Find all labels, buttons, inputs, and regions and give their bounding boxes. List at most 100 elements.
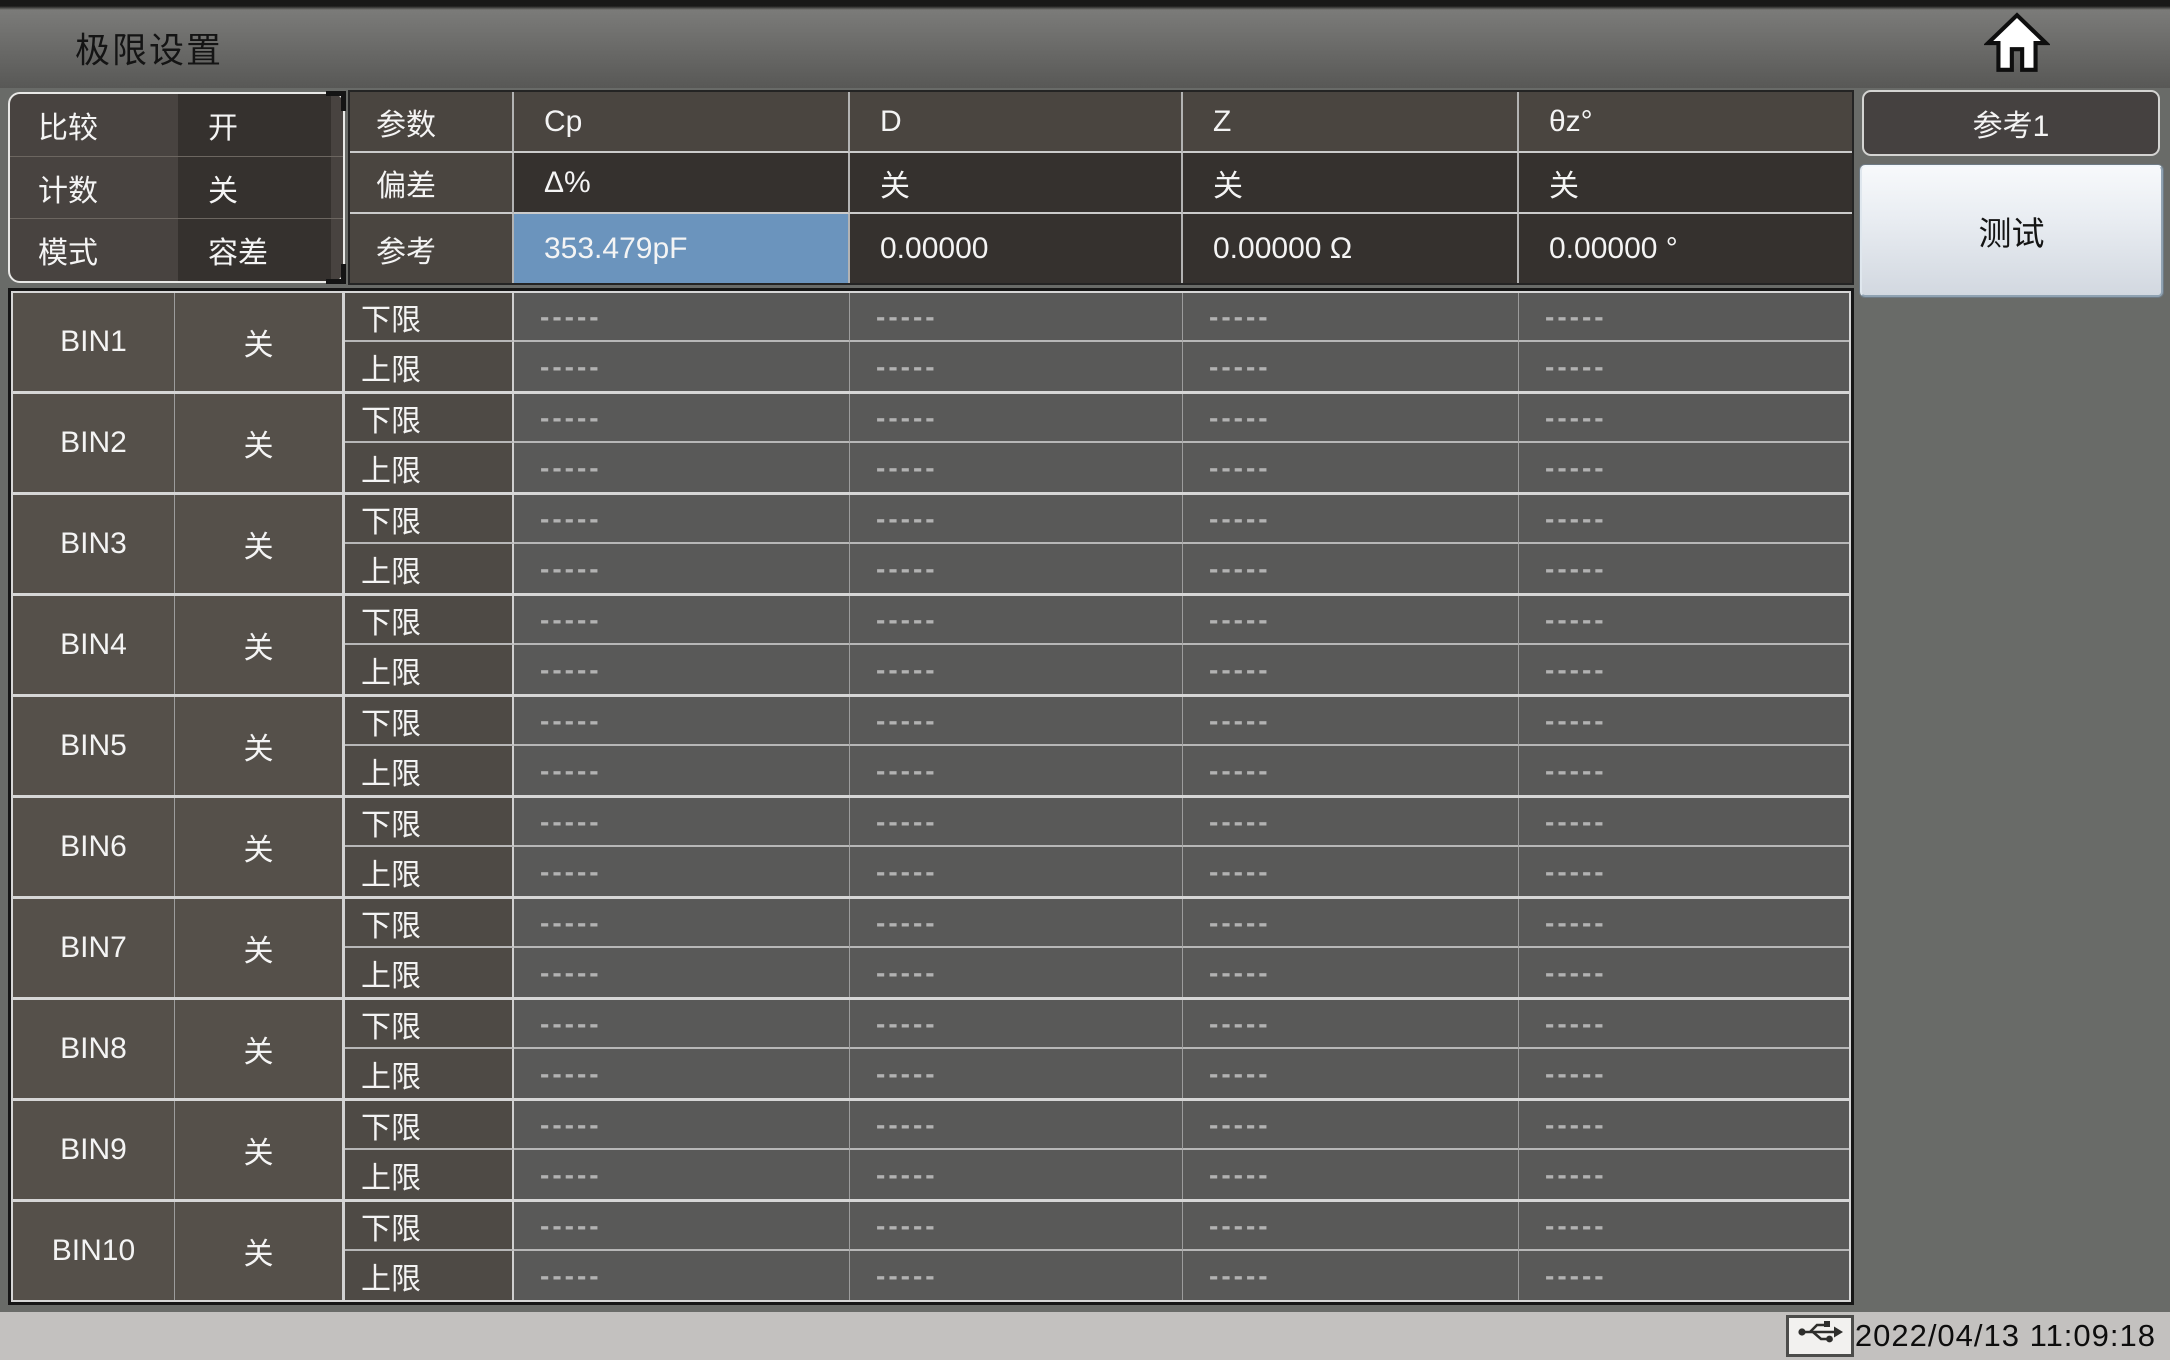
lower-limit-value[interactable]: -----	[514, 798, 850, 847]
bin-state-toggle[interactable]: 关	[175, 596, 345, 694]
upper-limit-value[interactable]: -----	[514, 1150, 850, 1199]
lower-limit-value[interactable]: -----	[1183, 899, 1519, 948]
lower-limit-value[interactable]: -----	[850, 394, 1183, 443]
home-button[interactable]	[1983, 12, 2051, 80]
upper-limit-value[interactable]: -----	[1519, 746, 1849, 795]
upper-limit-value[interactable]: -----	[850, 342, 1183, 391]
lower-limit-value[interactable]: -----	[850, 1101, 1183, 1150]
lower-limit-value[interactable]: -----	[1519, 1202, 1849, 1251]
upper-limit-value[interactable]: -----	[1183, 443, 1519, 492]
lower-limit-value[interactable]: -----	[850, 596, 1183, 645]
upper-limit-value[interactable]: -----	[1519, 342, 1849, 391]
reference-page-tab[interactable]: 参考1	[1862, 90, 2160, 156]
lower-limit-value[interactable]: -----	[850, 495, 1183, 544]
lower-limit-value[interactable]: -----	[1183, 697, 1519, 746]
upper-limit-value[interactable]: -----	[1519, 645, 1849, 694]
count-value-toggle[interactable]: 关	[178, 156, 331, 219]
upper-limit-value[interactable]: -----	[514, 342, 850, 391]
param-cell-d[interactable]: D	[850, 92, 1183, 153]
lower-limit-value[interactable]: -----	[1519, 596, 1849, 645]
upper-limit-value[interactable]: -----	[1183, 948, 1519, 997]
lower-limit-value[interactable]: -----	[1183, 1000, 1519, 1049]
upper-limit-value[interactable]: -----	[1519, 1150, 1849, 1199]
bin-state-toggle[interactable]: 关	[175, 899, 345, 997]
lower-limit-value[interactable]: -----	[1183, 596, 1519, 645]
reference-cell-cp[interactable]: 353.479pF	[514, 214, 850, 283]
bin-state-toggle[interactable]: 关	[175, 798, 345, 896]
upper-limit-value[interactable]: -----	[850, 645, 1183, 694]
lower-limit-value[interactable]: -----	[850, 899, 1183, 948]
lower-limit-value[interactable]: -----	[514, 596, 850, 645]
lower-limit-value[interactable]: -----	[514, 1101, 850, 1150]
lower-limit-value[interactable]: -----	[1183, 1101, 1519, 1150]
lower-limit-value[interactable]: -----	[850, 697, 1183, 746]
lower-limit-value[interactable]: -----	[1519, 495, 1849, 544]
upper-limit-value[interactable]: -----	[850, 443, 1183, 492]
lower-limit-value[interactable]: -----	[1183, 495, 1519, 544]
upper-limit-value[interactable]: -----	[1183, 342, 1519, 391]
lower-limit-value[interactable]: -----	[514, 697, 850, 746]
lower-limit-value[interactable]: -----	[1519, 293, 1849, 342]
lower-limit-value[interactable]: -----	[1183, 1202, 1519, 1251]
lower-limit-value[interactable]: -----	[514, 293, 850, 342]
lower-limit-value[interactable]: -----	[850, 293, 1183, 342]
lower-limit-value[interactable]: -----	[850, 798, 1183, 847]
upper-limit-value[interactable]: -----	[514, 746, 850, 795]
lower-limit-value[interactable]: -----	[514, 495, 850, 544]
upper-limit-value[interactable]: -----	[850, 544, 1183, 593]
upper-limit-value[interactable]: -----	[514, 645, 850, 694]
upper-limit-value[interactable]: -----	[514, 1049, 850, 1098]
upper-limit-value[interactable]: -----	[850, 948, 1183, 997]
upper-limit-value[interactable]: -----	[1183, 544, 1519, 593]
upper-limit-value[interactable]: -----	[850, 1251, 1183, 1300]
upper-limit-value[interactable]: -----	[1519, 544, 1849, 593]
compare-value-toggle[interactable]: 开	[178, 94, 331, 156]
reference-cell-theta[interactable]: 0.00000 °	[1519, 214, 1852, 283]
upper-limit-value[interactable]: -----	[514, 544, 850, 593]
upper-limit-value[interactable]: -----	[1519, 443, 1849, 492]
upper-limit-value[interactable]: -----	[514, 1251, 850, 1300]
deviation-cell-z[interactable]: 关	[1183, 153, 1519, 214]
lower-limit-value[interactable]: -----	[1519, 1101, 1849, 1150]
upper-limit-value[interactable]: -----	[1519, 948, 1849, 997]
upper-limit-value[interactable]: -----	[1183, 847, 1519, 896]
lower-limit-value[interactable]: -----	[850, 1202, 1183, 1251]
lower-limit-value[interactable]: -----	[850, 1000, 1183, 1049]
upper-limit-value[interactable]: -----	[1519, 1251, 1849, 1300]
bin-state-toggle[interactable]: 关	[175, 1101, 345, 1199]
lower-limit-value[interactable]: -----	[514, 1000, 850, 1049]
bin-state-toggle[interactable]: 关	[175, 394, 345, 492]
upper-limit-value[interactable]: -----	[1519, 847, 1849, 896]
bin-state-toggle[interactable]: 关	[175, 495, 345, 593]
upper-limit-value[interactable]: -----	[850, 1150, 1183, 1199]
lower-limit-value[interactable]: -----	[1519, 798, 1849, 847]
upper-limit-value[interactable]: -----	[850, 847, 1183, 896]
lower-limit-value[interactable]: -----	[1183, 798, 1519, 847]
upper-limit-value[interactable]: -----	[514, 948, 850, 997]
deviation-cell-cp[interactable]: Δ%	[514, 153, 850, 214]
upper-limit-value[interactable]: -----	[1183, 1251, 1519, 1300]
upper-limit-value[interactable]: -----	[1183, 645, 1519, 694]
lower-limit-value[interactable]: -----	[1183, 394, 1519, 443]
lower-limit-value[interactable]: -----	[1519, 899, 1849, 948]
reference-cell-z[interactable]: 0.00000 Ω	[1183, 214, 1519, 283]
lower-limit-value[interactable]: -----	[514, 899, 850, 948]
bin-state-toggle[interactable]: 关	[175, 293, 345, 391]
mode-value-toggle[interactable]: 容差	[178, 219, 331, 282]
param-cell-z[interactable]: Z	[1183, 92, 1519, 153]
bin-state-toggle[interactable]: 关	[175, 1202, 345, 1300]
test-button[interactable]: 测试	[1860, 165, 2163, 297]
lower-limit-value[interactable]: -----	[1519, 1000, 1849, 1049]
upper-limit-value[interactable]: -----	[850, 1049, 1183, 1098]
upper-limit-value[interactable]: -----	[514, 847, 850, 896]
upper-limit-value[interactable]: -----	[1519, 1049, 1849, 1098]
upper-limit-value[interactable]: -----	[514, 443, 850, 492]
upper-limit-value[interactable]: -----	[850, 746, 1183, 795]
lower-limit-value[interactable]: -----	[514, 394, 850, 443]
upper-limit-value[interactable]: -----	[1183, 1150, 1519, 1199]
deviation-cell-d[interactable]: 关	[850, 153, 1183, 214]
lower-limit-value[interactable]: -----	[1183, 293, 1519, 342]
upper-limit-value[interactable]: -----	[1183, 746, 1519, 795]
bin-state-toggle[interactable]: 关	[175, 697, 345, 795]
reference-cell-d[interactable]: 0.00000	[850, 214, 1183, 283]
